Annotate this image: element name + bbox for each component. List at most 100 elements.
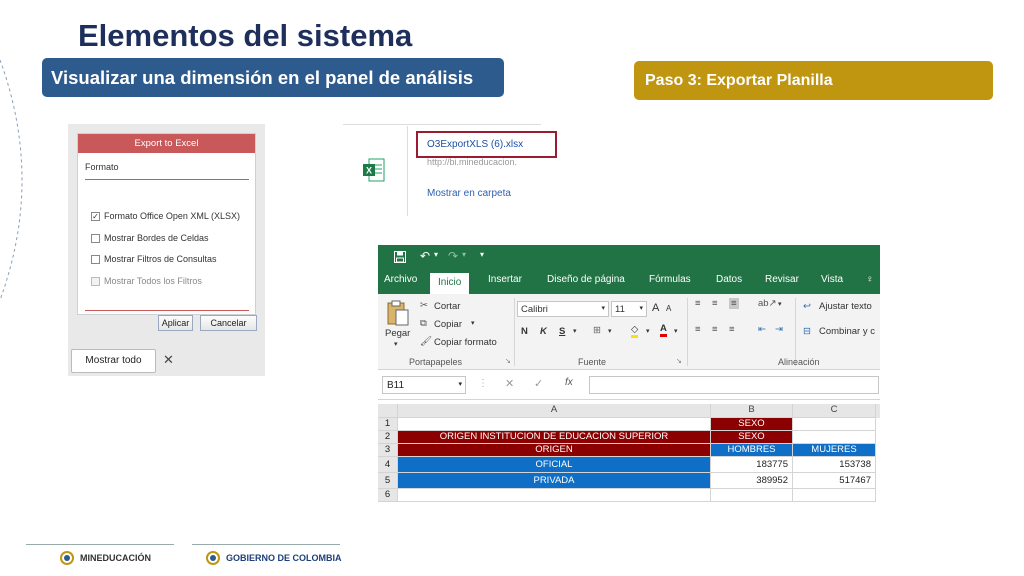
checkbox[interactable] <box>91 254 100 264</box>
increase-font-icon[interactable]: A <box>652 302 659 314</box>
tab-vista[interactable]: Vista <box>821 274 843 285</box>
align-left-icon[interactable]: ≡ <box>695 324 701 335</box>
name-box[interactable]: B11 ▾ <box>382 376 466 394</box>
row-header[interactable]: 5 <box>378 473 398 489</box>
cancel-entry-icon[interactable]: ✕ <box>505 377 514 390</box>
chevron-down-icon[interactable]: ▾ <box>434 250 438 259</box>
option-xlsx[interactable]: ✓ Formato Office Open XML (XLSX) <box>91 211 240 221</box>
paste-button[interactable]: Pegar <box>385 328 410 339</box>
option-cell-borders[interactable]: Mostrar Bordes de Celdas <box>91 233 209 243</box>
tab-insertar[interactable]: Insertar <box>488 274 522 285</box>
chevron-down-icon[interactable]: ▾ <box>394 340 398 348</box>
option-query-filters[interactable]: Mostrar Filtros de Consultas <box>91 254 217 264</box>
copy-icon[interactable]: ⧉ <box>420 318 427 329</box>
tab-inicio[interactable]: Inicio <box>430 273 470 294</box>
show-in-folder-link[interactable]: Mostrar en carpeta <box>427 188 511 199</box>
align-top-icon[interactable]: ≡ <box>695 298 701 309</box>
cell[interactable]: 153738 <box>793 457 876 473</box>
cut-button[interactable]: Cortar <box>434 301 460 312</box>
row-header[interactable]: 6 <box>378 489 398 502</box>
align-right-icon[interactable]: ≡ <box>729 324 735 335</box>
orientation-icon[interactable]: ab↗ <box>758 298 777 309</box>
close-icon[interactable]: ✕ <box>163 352 174 368</box>
cell[interactable]: PRIVADA <box>398 473 711 489</box>
align-middle-icon[interactable]: ≡ <box>712 298 718 309</box>
tab-archivo[interactable]: Archivo <box>384 274 417 285</box>
cell[interactable] <box>793 431 876 444</box>
row-header[interactable]: 4 <box>378 457 398 473</box>
align-bottom-icon[interactable]: ≡ <box>729 298 739 309</box>
confirm-entry-icon[interactable]: ✓ <box>534 377 543 390</box>
fill-color-icon[interactable]: ◇ <box>631 324 639 338</box>
cell[interactable] <box>711 489 793 502</box>
customize-toolbar-icon[interactable]: ▾ <box>480 250 484 259</box>
wrap-text-icon[interactable]: ↩ <box>803 301 811 312</box>
borders-icon[interactable]: ⊞ <box>593 325 601 336</box>
checkbox[interactable] <box>91 233 100 243</box>
insert-function-icon[interactable]: fx <box>565 377 573 388</box>
merge-icon[interactable]: ⊟ <box>803 326 811 337</box>
chevron-down-icon[interactable]: ▾ <box>471 319 475 327</box>
cut-icon[interactable]: ✂ <box>420 300 428 311</box>
cell[interactable]: ORIGEN <box>398 444 711 457</box>
column-header-a[interactable]: A <box>398 404 711 418</box>
cell[interactable]: MUJERES <box>793 444 876 457</box>
chevron-down-icon[interactable]: ▾ <box>646 327 650 335</box>
format-painter-icon[interactable]: 🖌 <box>420 336 432 347</box>
formula-input[interactable] <box>589 376 879 394</box>
row-header[interactable]: 1 <box>378 418 398 431</box>
cell[interactable]: HOMBRES <box>711 444 793 457</box>
cell[interactable]: ORIGEN INSTITUCION DE EDUCACION SUPERIOR <box>398 431 711 444</box>
cell[interactable]: SEXO <box>711 418 793 431</box>
increase-indent-icon[interactable]: ⇥ <box>775 324 783 335</box>
ribbon-home: Pegar ▾ ✂ Cortar ⧉ Copiar ▾ 🖌 Copiar for… <box>378 294 880 370</box>
cell[interactable] <box>398 489 711 502</box>
chevron-down-icon[interactable]: ▾ <box>778 300 782 308</box>
tab-datos[interactable]: Datos <box>716 274 742 285</box>
column-header-c[interactable]: C <box>793 404 876 418</box>
font-size-select[interactable]: 11 ▾ <box>611 301 647 317</box>
column-header-b[interactable]: B <box>711 404 793 418</box>
tab-diseno-pagina[interactable]: Diseño de página <box>547 274 625 285</box>
decrease-indent-icon[interactable]: ⇤ <box>758 324 766 335</box>
row-header[interactable]: 2 <box>378 431 398 444</box>
show-all-button[interactable]: Mostrar todo <box>71 349 156 373</box>
undo-icon[interactable]: ↶ <box>420 249 430 263</box>
cell[interactable] <box>398 418 711 431</box>
select-all-corner[interactable] <box>378 404 398 418</box>
font-color-icon[interactable]: A <box>660 323 667 337</box>
cell[interactable] <box>793 489 876 502</box>
excel-window: ↶ ▾ ↷ ▾ ▾ Archivo Inicio Insertar Diseño… <box>378 245 880 504</box>
wrap-text-button[interactable]: Ajustar texto <box>819 301 872 312</box>
chevron-down-icon[interactable]: ▾ <box>573 327 577 335</box>
dialog-launcher-icon[interactable]: ↘ <box>676 357 682 365</box>
format-painter-button[interactable]: Copiar formato <box>434 337 497 348</box>
chevron-down-icon[interactable]: ▾ <box>674 327 678 335</box>
cell[interactable]: 183775 <box>711 457 793 473</box>
downloaded-file-link[interactable]: O3ExportXLS (6).xlsx <box>427 139 523 150</box>
cell[interactable]: 517467 <box>793 473 876 489</box>
tab-formulas[interactable]: Fórmulas <box>649 274 691 285</box>
underline-button[interactable]: S <box>559 326 565 337</box>
align-center-icon[interactable]: ≡ <box>712 324 718 335</box>
cell[interactable] <box>793 418 876 431</box>
tell-me-bulb-icon[interactable]: ♀ <box>866 274 874 285</box>
decrease-font-icon[interactable]: A <box>666 304 671 313</box>
dialog-launcher-icon[interactable]: ↘ <box>505 357 511 365</box>
row-header[interactable]: 3 <box>378 444 398 457</box>
copy-button[interactable]: Copiar <box>434 319 462 330</box>
cell[interactable]: OFICIAL <box>398 457 711 473</box>
font-name-select[interactable]: Calibri ▾ <box>517 301 609 317</box>
chevron-down-icon[interactable]: ▾ <box>608 327 612 335</box>
italic-button[interactable]: K <box>540 326 547 337</box>
checkbox-checked[interactable]: ✓ <box>91 211 100 221</box>
paste-icon[interactable] <box>387 300 409 326</box>
merge-button[interactable]: Combinar y c <box>819 326 875 337</box>
cancel-button[interactable]: Cancelar <box>200 315 257 331</box>
tab-revisar[interactable]: Revisar <box>765 274 799 285</box>
apply-button[interactable]: Aplicar <box>158 315 193 331</box>
bold-button[interactable]: N <box>521 326 528 337</box>
cell[interactable]: 389952 <box>711 473 793 489</box>
save-icon[interactable] <box>394 251 406 263</box>
cell[interactable]: SEXO <box>711 431 793 444</box>
